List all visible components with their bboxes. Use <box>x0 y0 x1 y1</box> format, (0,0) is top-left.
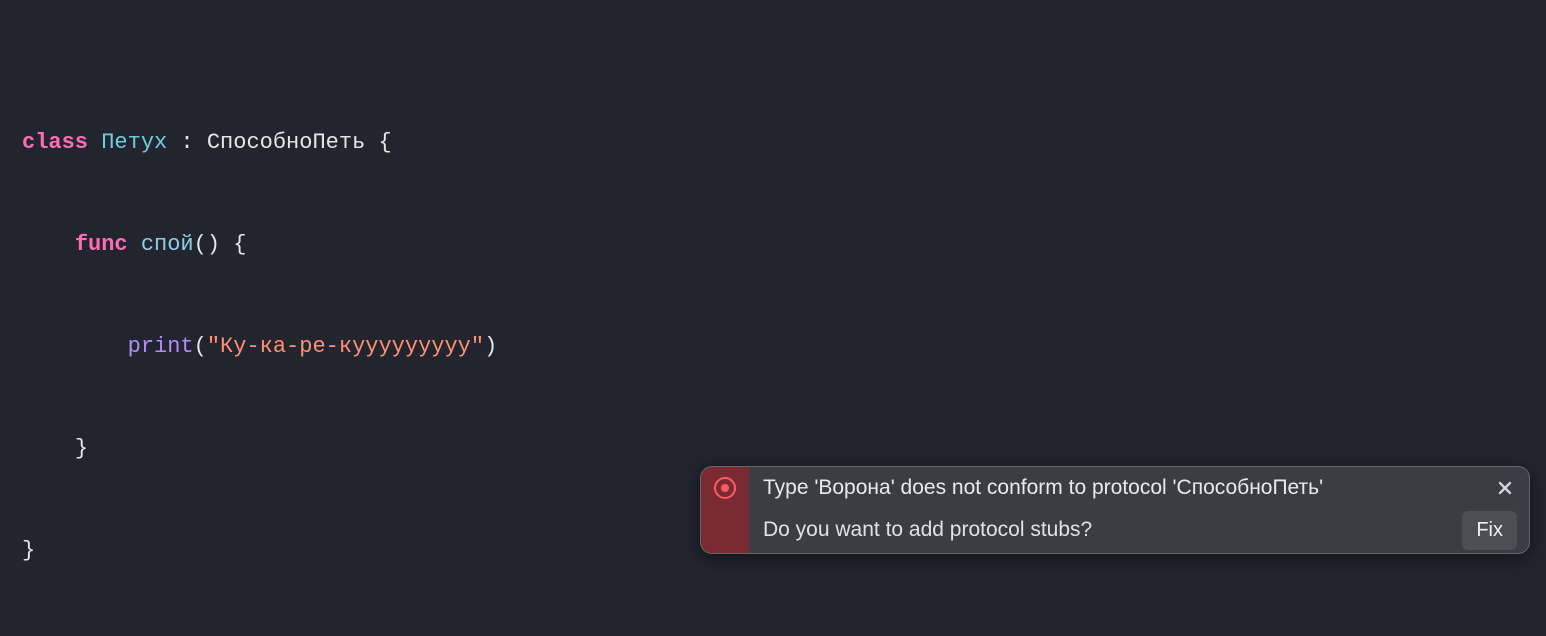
diagnostic-gutter <box>701 467 749 553</box>
keyword-func: func <box>75 232 128 257</box>
code-line[interactable]: func спой() { <box>22 228 1546 262</box>
call-name: print <box>128 334 194 359</box>
diagnostic-subtext: Do you want to add protocol stubs? <box>763 513 1462 547</box>
diagnostic-popup: Type 'Ворона' does not conform to protoc… <box>700 466 1530 554</box>
close-button[interactable] <box>1493 476 1517 500</box>
diagnostic-body: Type 'Ворона' does not conform to protoc… <box>749 467 1529 553</box>
func-name: спой <box>141 232 194 257</box>
close-icon <box>1498 481 1512 495</box>
code-line[interactable]: print("Ку-ка-ре-кууууууууу") <box>22 330 1546 364</box>
type-name: Петух <box>101 130 167 155</box>
keyword-class: class <box>22 130 88 155</box>
protocol-name: СпособноПеть <box>207 130 365 155</box>
fix-button[interactable]: Fix <box>1462 511 1517 550</box>
code-line[interactable]: } <box>22 432 1546 466</box>
diagnostic-message: Type 'Ворона' does not conform to protoc… <box>763 471 1483 505</box>
error-icon <box>714 477 736 499</box>
code-line[interactable]: class Петух : СпособноПеть { <box>22 126 1546 160</box>
string-literal: "Ку-ка-ре-кууууууууу" <box>207 334 484 359</box>
